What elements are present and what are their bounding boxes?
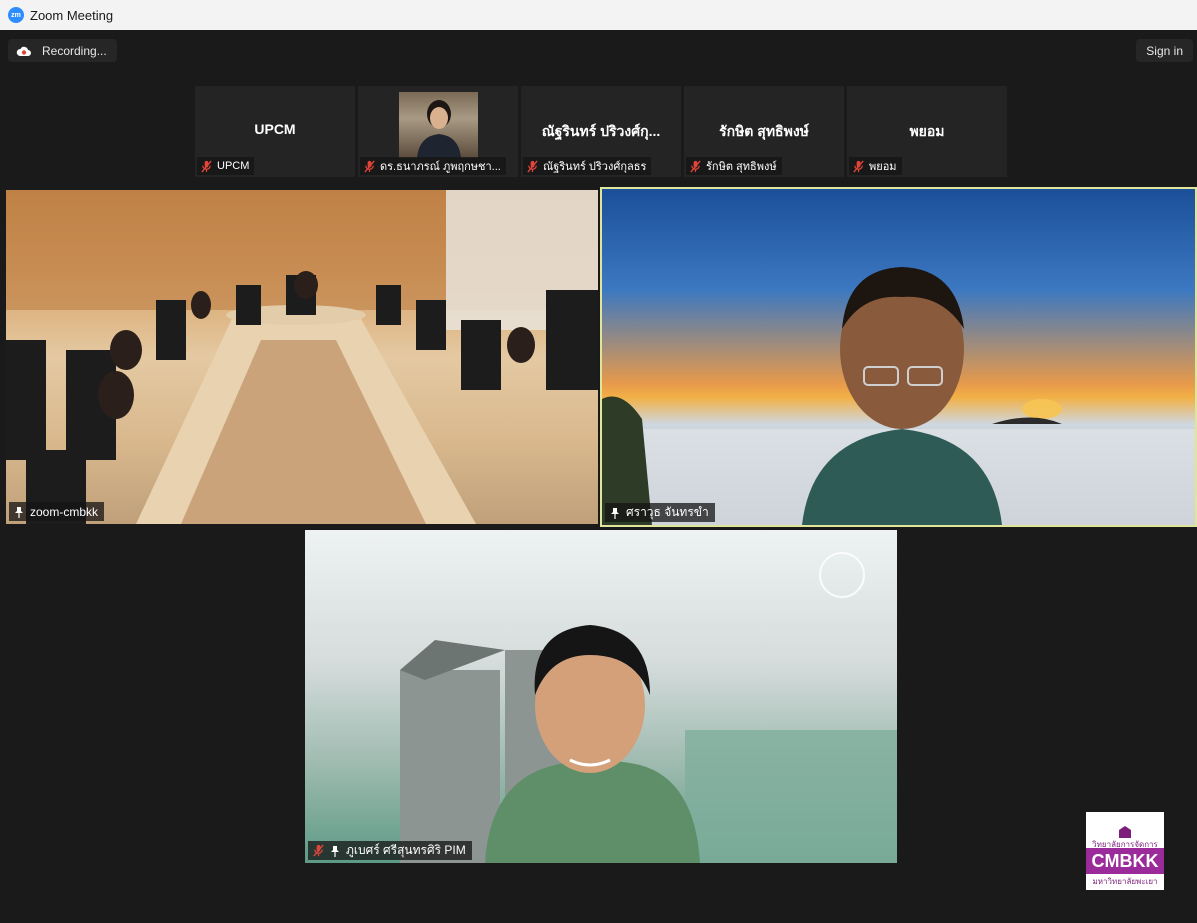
video-tile-participant[interactable]: ภูเบศร์ ศรีสุนทรศิริ PIM xyxy=(305,530,897,863)
speaker-scene xyxy=(602,267,1195,525)
participant-display-name: ณัฐรินทร์ ปริวงศ์กุ... xyxy=(541,123,661,139)
recording-indicator[interactable]: Recording... xyxy=(8,39,117,62)
video-tile-conference-room[interactable]: zoom-cmbkk xyxy=(6,190,598,524)
participant-tile[interactable]: พยอม พยอม xyxy=(847,86,1007,177)
video-tile-active-speaker[interactable]: ศราวุธ จันทรขำ xyxy=(600,187,1197,527)
participant-tile[interactable]: UPCM UPCM xyxy=(195,86,355,177)
participant-name: zoom-cmbkk xyxy=(30,504,99,519)
cmbkk-brand: CMBKK xyxy=(1086,848,1164,874)
mic-muted-icon xyxy=(201,159,212,173)
person-silhouette-icon xyxy=(417,100,461,158)
participant-nametag: ภูเบศร์ ศรีสุนทรศิริ PIM xyxy=(308,841,472,860)
participant-name: ดร.ธนาภรณ์ ภูพฤกษชา... xyxy=(380,161,501,173)
participant-name: ศราวุธ จันทรขำ xyxy=(626,505,709,519)
pim-virtual-background xyxy=(400,552,897,863)
participant-name: UPCM xyxy=(217,160,250,172)
participant-nametag: รักษิต สุทธิพงษ์ xyxy=(686,157,782,175)
pin-icon xyxy=(611,507,619,519)
participant-nametag: UPCM xyxy=(197,157,255,175)
conference-room-scene xyxy=(6,190,598,524)
participant-nametag: ศราวุธ จันทรขำ xyxy=(605,503,715,522)
zoom-logo-icon: zm xyxy=(8,7,24,23)
window-title: Zoom Meeting xyxy=(30,7,114,23)
mic-muted-icon xyxy=(313,844,324,857)
pin-icon xyxy=(331,845,339,857)
mic-muted-icon xyxy=(364,159,375,173)
mic-muted-icon xyxy=(853,159,864,173)
participant-display-name: UPCM xyxy=(254,121,296,137)
participant-nametag: ดร.ธนาภรณ์ ภูพฤกษชา... xyxy=(360,157,506,175)
participant-name: ณัฐรินทร์ ปริวงศ์กุลธร xyxy=(543,161,647,173)
cmbkk-line2: มหาวิทยาลัยพะเยา xyxy=(1092,877,1158,886)
participant-tile[interactable]: ดร.ธนาภรณ์ ภูพฤกษชา... xyxy=(358,86,518,177)
cmbkk-crest xyxy=(1086,812,1164,838)
sign-in-button[interactable]: Sign in xyxy=(1136,39,1193,62)
cloud-record-icon xyxy=(16,46,31,56)
university-crest-icon xyxy=(1119,826,1131,838)
cmbkk-watermark-logo: วิทยาลัยการจัดการ CMBKK มหาวิทยาลัยพะเยา xyxy=(1086,812,1164,890)
participant-nametag: พยอม xyxy=(849,157,902,175)
participant-tile[interactable]: ณัฐรินทร์ ปริวงศ์กุ... ณัฐรินทร์ ปริวงศ์… xyxy=(521,86,681,177)
participant-video-thumbnail xyxy=(399,92,478,158)
recording-label: Recording... xyxy=(42,43,107,58)
participant-nametag: zoom-cmbkk xyxy=(9,502,105,521)
participant-nametag: ณัฐรินทร์ ปริวงศ์กุลธร xyxy=(523,157,652,175)
participant-display-name: รักษิต สุทธิพงษ์ xyxy=(719,123,809,139)
participant-display-name: พยอม xyxy=(909,123,945,139)
participant-tile[interactable]: รักษิต สุทธิพงษ์ รักษิต สุทธิพงษ์ xyxy=(684,86,844,177)
mic-muted-icon xyxy=(690,159,701,173)
pin-icon xyxy=(15,506,23,518)
mic-muted-icon xyxy=(527,159,538,173)
participant-name: ภูเบศร์ ศรีสุนทรศิริ PIM xyxy=(346,843,466,857)
participant-name: รักษิต สุทธิพงษ์ xyxy=(706,161,777,173)
participant-name: พยอม xyxy=(869,161,897,173)
window-titlebar: zm Zoom Meeting xyxy=(0,0,1197,30)
